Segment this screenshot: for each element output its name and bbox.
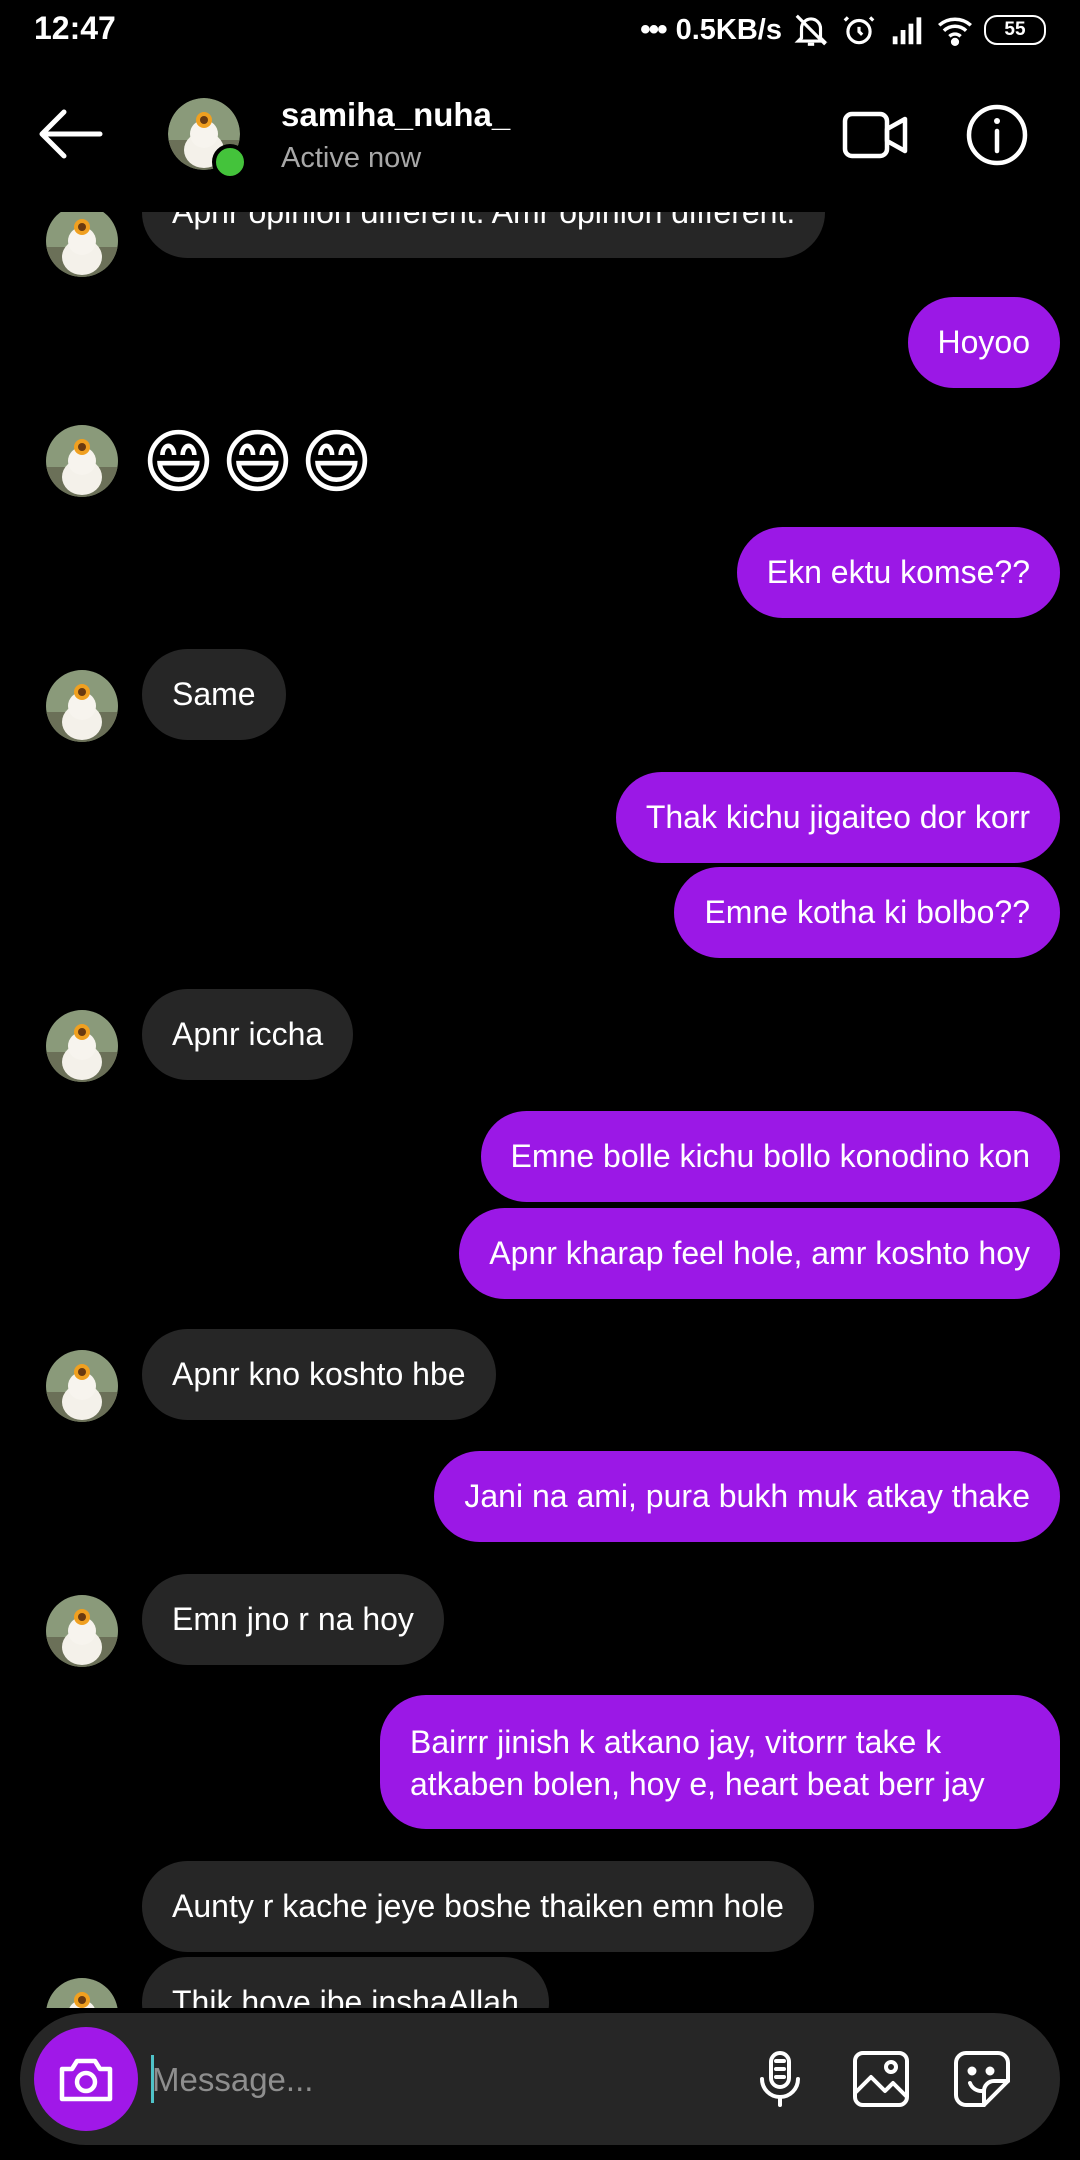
bell-muted-icon [794,14,828,46]
avatar[interactable] [46,425,118,497]
outgoing-message[interactable]: Emne bolle kichu bollo konodino kon [480,1111,1060,1202]
incoming-message[interactable]: Apnr iccha [142,989,354,1080]
incoming-message[interactable]: Aunty r kache jeye boshe thaiken emn hol… [142,1861,814,1952]
online-indicator [212,144,248,180]
avatar[interactable] [46,1010,118,1082]
chat-header: samiha_nuha_ Active now [0,62,1080,212]
gallery-icon[interactable] [851,2049,911,2109]
outgoing-message[interactable]: Bairrr jinish k atkano jay, vitorrr take… [380,1695,1060,1829]
sticker-icon[interactable] [952,2049,1012,2109]
avatar[interactable] [46,1350,118,1422]
camera-button[interactable] [34,2027,138,2131]
info-icon[interactable] [964,102,1030,168]
more-dots-icon: ••• [640,13,667,46]
signal-icon [892,17,922,45]
avatar[interactable] [46,1978,118,2008]
contact-status: Active now [281,142,422,174]
message-input[interactable] [150,2041,734,2119]
status-time: 12:47 [34,10,116,46]
outgoing-message[interactable]: Ekn ektu komse?? [736,527,1060,618]
incoming-message[interactable]: Same [142,649,286,740]
arrow-left-icon[interactable] [36,106,104,162]
avatar[interactable] [46,1595,118,1667]
camera-icon [59,2058,113,2102]
incoming-message[interactable]: Emn jno r na hoy [142,1574,444,1665]
net-speed: 0.5KB/s [675,13,782,46]
avatar[interactable] [46,205,118,277]
outgoing-message[interactable]: Apnr kharap feel hole, amr koshto hoy [459,1208,1060,1299]
contact-username[interactable]: samiha_nuha_ [281,96,510,134]
message-composer [20,2013,1060,2145]
message-thread[interactable]: Apnr opinion different. Amr opinion diff… [0,200,1080,2008]
microphone-icon[interactable] [750,2049,810,2109]
emoji-message[interactable]: 😄😄😄 [142,412,379,512]
status-icons: ••• 0.5KB/s 55 [640,8,1046,52]
wifi-icon [938,17,972,46]
alarm-icon [843,16,875,45]
outgoing-message[interactable]: Emne kotha ki bolbo?? [674,867,1060,958]
video-camera-icon[interactable] [842,108,908,162]
outgoing-message[interactable]: Hoyoo [907,297,1060,388]
avatar[interactable] [46,670,118,742]
outgoing-message[interactable]: Jani na ami, pura bukh muk atkay thake [434,1451,1060,1542]
battery-indicator: 55 [984,15,1046,45]
outgoing-message[interactable]: Thak kichu jigaiteo dor korr [615,772,1060,863]
status-bar: 12:47 ••• 0.5KB/s 55 [0,0,1080,62]
incoming-message[interactable]: Apnr kno koshto hbe [142,1329,496,1420]
incoming-message[interactable]: Thik hoye jbe inshaAllah [142,1957,549,2008]
